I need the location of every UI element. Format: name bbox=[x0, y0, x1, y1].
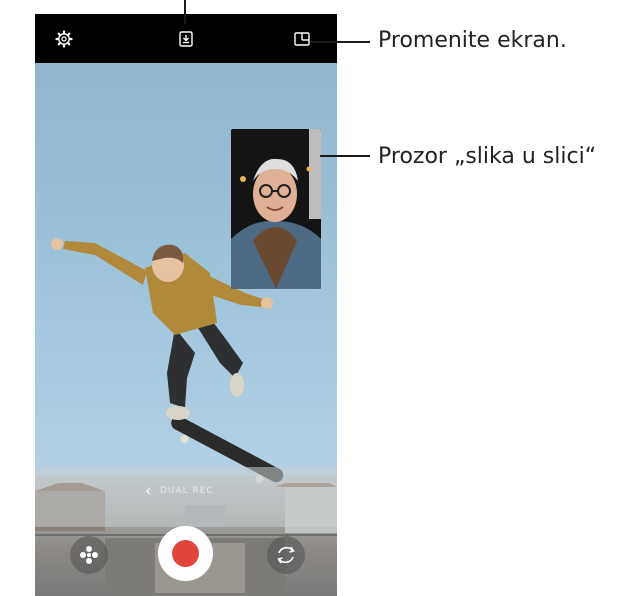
camera-top-bar bbox=[35, 14, 337, 63]
pip-portrait bbox=[231, 129, 321, 289]
callout-change-screen: Promenite ekran. bbox=[378, 28, 567, 53]
flip-camera-icon bbox=[277, 546, 295, 564]
pip-window[interactable] bbox=[231, 129, 321, 289]
record-button[interactable] bbox=[158, 526, 213, 581]
callout-line-pip bbox=[320, 155, 370, 157]
gear-icon[interactable] bbox=[54, 29, 74, 49]
phone-screen: ‹ DUAL REC bbox=[35, 14, 337, 596]
mode-label[interactable]: DUAL REC bbox=[160, 486, 214, 496]
flip-camera-button[interactable] bbox=[267, 536, 305, 574]
callout-pip-window: Prozor „slika u slici“ bbox=[378, 144, 597, 169]
chevron-left-icon[interactable]: ‹ bbox=[145, 483, 151, 499]
effects-button[interactable] bbox=[70, 536, 108, 574]
mode-selector-strip bbox=[35, 467, 337, 527]
download-icon[interactable] bbox=[176, 29, 196, 49]
layout-icon[interactable] bbox=[292, 29, 312, 49]
callout-line-capture bbox=[184, 0, 186, 24]
record-icon bbox=[172, 540, 199, 567]
sparkle-icon bbox=[80, 546, 98, 564]
callout-line-layout bbox=[310, 41, 370, 43]
camera-viewfinder[interactable]: ‹ DUAL REC bbox=[35, 63, 337, 596]
